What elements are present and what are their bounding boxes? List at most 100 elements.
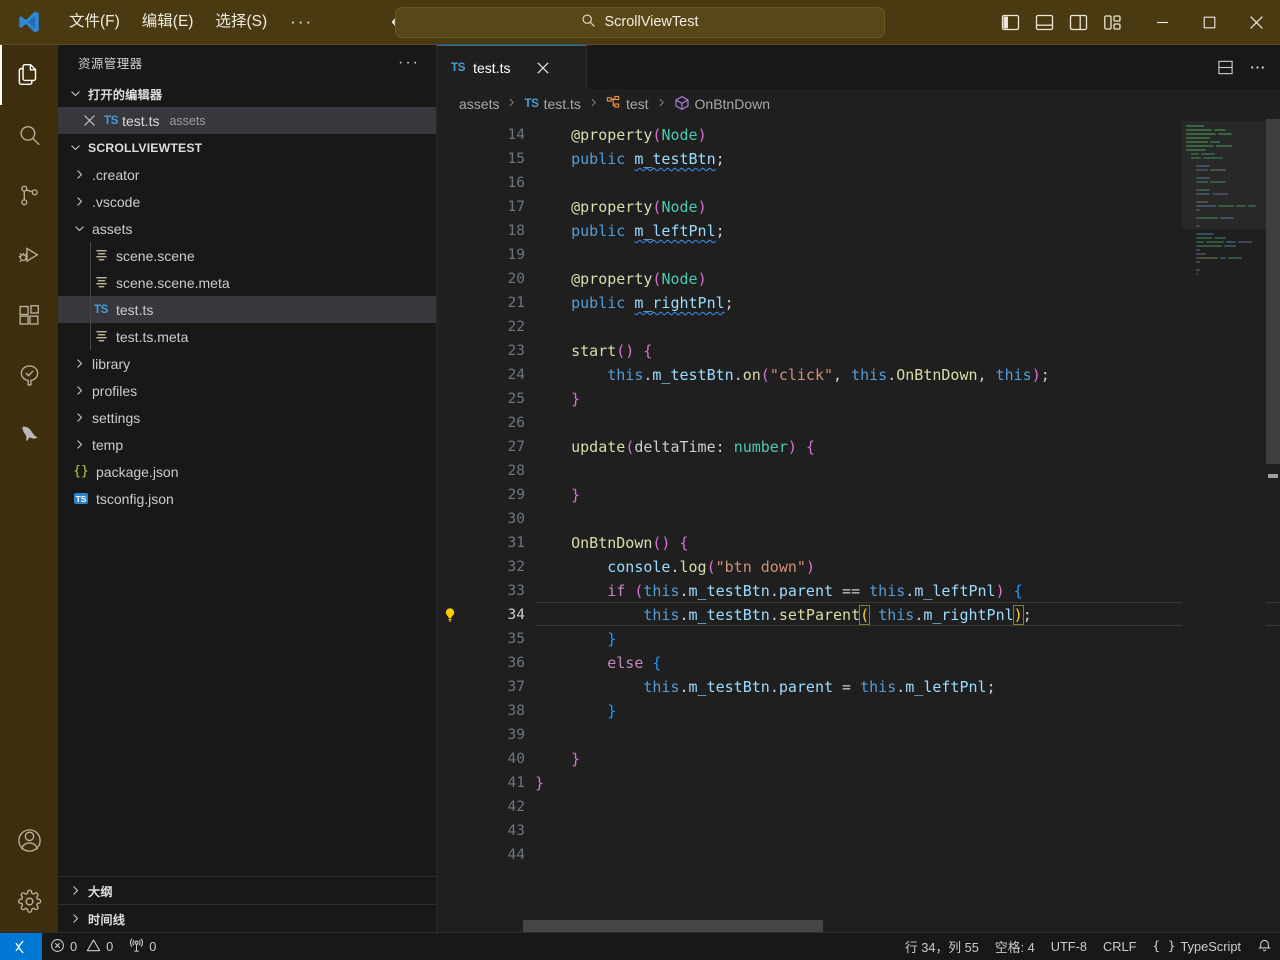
chevron-right-icon[interactable] bbox=[70, 438, 88, 451]
section-workspace[interactable]: SCROLLVIEWTEST bbox=[58, 134, 436, 161]
code-line[interactable] bbox=[535, 243, 1280, 267]
status-cursor-position[interactable]: 行 34，列 55 bbox=[897, 933, 987, 960]
code-line[interactable] bbox=[535, 843, 1280, 867]
status-language-mode[interactable]: { } TypeScript bbox=[1144, 933, 1249, 960]
code-line[interactable]: } bbox=[535, 699, 1280, 723]
menu-more-button[interactable]: ··· bbox=[278, 9, 325, 35]
close-button[interactable] bbox=[1233, 0, 1280, 45]
sidebar-more-actions-button[interactable]: ··· bbox=[390, 54, 428, 72]
minimap[interactable] bbox=[1182, 119, 1266, 932]
code-line[interactable]: update(deltaTime: number) { bbox=[535, 435, 1280, 459]
tree-item-scene-scene-meta[interactable]: scene.scene.meta bbox=[58, 269, 436, 296]
section-outline[interactable]: 大纲 bbox=[58, 876, 436, 904]
status-eol[interactable]: CRLF bbox=[1095, 933, 1144, 960]
tree-item-creator[interactable]: .creator bbox=[58, 161, 436, 188]
status-indentation[interactable]: 空格: 4 bbox=[987, 933, 1043, 960]
tab-test-ts[interactable]: TS test.ts bbox=[437, 45, 587, 89]
code-line[interactable] bbox=[535, 723, 1280, 747]
menu-bar[interactable]: 文件(F) 编辑(E) 选择(S) ··· bbox=[58, 8, 325, 36]
menu-edit[interactable]: 编辑(E) bbox=[131, 8, 205, 36]
open-editor-item-test-ts[interactable]: TS test.ts assets bbox=[58, 107, 436, 134]
editor-vertical-scrollbar[interactable] bbox=[1266, 119, 1280, 932]
tree-item-profiles[interactable]: profiles bbox=[58, 377, 436, 404]
chevron-right-icon[interactable] bbox=[70, 168, 88, 181]
chevron-right-icon[interactable] bbox=[70, 411, 88, 424]
menu-file[interactable]: 文件(F) bbox=[58, 8, 131, 36]
activity-cocos[interactable] bbox=[0, 405, 58, 465]
tree-item-assets[interactable]: assets bbox=[58, 215, 436, 242]
code-line[interactable]: if (this.m_testBtn.parent == this.m_left… bbox=[535, 579, 1280, 603]
status-problems[interactable]: 0 0 bbox=[42, 933, 121, 960]
editor-more-actions-button[interactable] bbox=[1242, 52, 1272, 82]
code-line[interactable] bbox=[535, 411, 1280, 435]
breadcrumb-item-assets[interactable]: assets bbox=[459, 96, 499, 112]
code-line[interactable] bbox=[535, 459, 1280, 483]
toggle-secondary-sidebar-button[interactable] bbox=[1061, 5, 1095, 39]
code-line[interactable]: this.m_testBtn.setParent( this.m_rightPn… bbox=[535, 603, 1280, 627]
code-line[interactable]: public m_leftPnl; bbox=[535, 219, 1280, 243]
customize-layout-button[interactable] bbox=[1095, 5, 1129, 39]
code-line[interactable] bbox=[535, 819, 1280, 843]
tree-item-vscode[interactable]: .vscode bbox=[58, 188, 436, 215]
split-editor-button[interactable] bbox=[1210, 52, 1240, 82]
activity-accounts[interactable] bbox=[0, 810, 58, 870]
editor-horizontal-scrollbar[interactable] bbox=[523, 920, 1182, 932]
activity-run-debug[interactable] bbox=[0, 225, 58, 285]
chevron-right-icon[interactable] bbox=[70, 357, 88, 370]
code-line[interactable]: public m_testBtn; bbox=[535, 147, 1280, 171]
lightbulb-icon[interactable] bbox=[437, 603, 463, 627]
code-line[interactable] bbox=[535, 171, 1280, 195]
maximize-button[interactable] bbox=[1186, 0, 1233, 45]
code-line[interactable]: @property(Node) bbox=[535, 267, 1280, 291]
breadcrumb-item-test[interactable]: test bbox=[606, 95, 649, 113]
tree-item-library[interactable]: library bbox=[58, 350, 436, 377]
code-line[interactable]: } bbox=[535, 387, 1280, 411]
chevron-down-icon[interactable] bbox=[70, 222, 88, 235]
code-line[interactable]: } bbox=[535, 627, 1280, 651]
menu-selection[interactable]: 选择(S) bbox=[204, 8, 278, 36]
tree-item-temp[interactable]: temp bbox=[58, 431, 436, 458]
code-line[interactable]: this.m_testBtn.parent = this.m_leftPnl; bbox=[535, 675, 1280, 699]
code-line[interactable] bbox=[535, 315, 1280, 339]
toggle-panel-button[interactable] bbox=[1027, 5, 1061, 39]
code-line[interactable]: @property(Node) bbox=[535, 123, 1280, 147]
chevron-right-icon[interactable] bbox=[70, 384, 88, 397]
code-line[interactable]: @property(Node) bbox=[535, 195, 1280, 219]
toggle-primary-sidebar-button[interactable] bbox=[993, 5, 1027, 39]
close-icon[interactable] bbox=[78, 114, 100, 127]
tree-item-test-ts-meta[interactable]: test.ts.meta bbox=[58, 323, 436, 350]
code-content[interactable]: @property(Node) public m_testBtn; @prope… bbox=[535, 119, 1280, 932]
section-open-editors[interactable]: 打开的编辑器 bbox=[58, 80, 436, 107]
code-line[interactable]: public m_rightPnl; bbox=[535, 291, 1280, 315]
horizontal-scrollbar-thumb[interactable] bbox=[523, 920, 823, 932]
breadcrumb-item-onbtndown[interactable]: OnBtnDown bbox=[674, 95, 770, 114]
code-line[interactable]: } bbox=[535, 747, 1280, 771]
code-line[interactable]: } bbox=[535, 483, 1280, 507]
code-line[interactable]: console.log("btn down") bbox=[535, 555, 1280, 579]
activity-search[interactable] bbox=[0, 105, 58, 165]
minimize-button[interactable] bbox=[1139, 0, 1186, 45]
breadcrumb-item-test-ts[interactable]: TS test.ts bbox=[524, 96, 580, 112]
section-timeline[interactable]: 时间线 bbox=[58, 904, 436, 932]
tree-item-test-ts[interactable]: TS test.ts bbox=[58, 296, 436, 323]
code-line[interactable]: OnBtnDown() { bbox=[535, 531, 1280, 555]
command-center[interactable]: ScrollViewTest bbox=[395, 6, 885, 38]
close-icon[interactable] bbox=[532, 57, 554, 79]
code-line[interactable]: this.m_testBtn.on("click", this.OnBtnDow… bbox=[535, 363, 1280, 387]
status-remote-indicator[interactable] bbox=[0, 933, 42, 960]
tree-item-package-json[interactable]: {} package.json bbox=[58, 458, 436, 485]
code-line[interactable] bbox=[535, 795, 1280, 819]
activity-explorer[interactable] bbox=[0, 45, 58, 105]
tree-item-tsconfig-json[interactable]: TS tsconfig.json bbox=[58, 485, 436, 512]
chevron-right-icon[interactable] bbox=[70, 195, 88, 208]
activity-settings[interactable] bbox=[0, 870, 58, 932]
activity-extensions[interactable] bbox=[0, 285, 58, 345]
status-notifications[interactable] bbox=[1249, 933, 1280, 960]
activity-testing[interactable] bbox=[0, 345, 58, 405]
vertical-scrollbar-thumb[interactable] bbox=[1266, 119, 1280, 464]
code-editor[interactable]: 14 15 16 17 18 19 20 21 22 23 24 25 26 27 28 29 30 31 32 33… bbox=[437, 119, 1280, 932]
code-line[interactable] bbox=[535, 507, 1280, 531]
code-line[interactable]: start() { bbox=[535, 339, 1280, 363]
status-encoding[interactable]: UTF-8 bbox=[1043, 933, 1095, 960]
status-ports[interactable]: 0 bbox=[121, 933, 164, 960]
